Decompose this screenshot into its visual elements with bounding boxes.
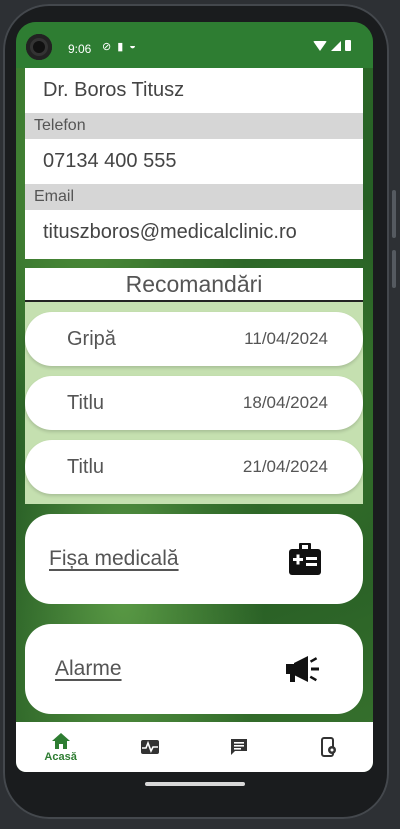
recommendations-title: Recomandări <box>25 268 363 302</box>
megaphone-icon <box>283 649 323 689</box>
status-system-icons <box>313 40 351 51</box>
phone-frame: 9:06 ⊘ ▮ ◒ Dr. Boros Titusz Telefon 0713… <box>0 0 400 829</box>
alarms-label: Alarme <box>55 657 122 680</box>
recommendation-title: Gripă <box>67 327 116 350</box>
status-time: 9:06 <box>68 42 92 56</box>
screen: 9:06 ⊘ ▮ ◒ Dr. Boros Titusz Telefon 0713… <box>16 22 373 772</box>
front-camera <box>26 34 52 60</box>
battery-icon <box>345 40 351 51</box>
power-button <box>392 250 396 288</box>
wifi-icon <box>313 40 327 51</box>
status-notification-icons: ⊘ ▮ ◒ <box>102 40 136 53</box>
recommendation-date: 21/04/2024 <box>242 457 328 476</box>
shield-icon: ⊘ <box>102 41 112 53</box>
nav-home-label: Acasă <box>44 750 77 763</box>
nav-health[interactable] <box>105 722 194 772</box>
phone-label: Telefon <box>25 113 363 139</box>
medical-id-icon <box>285 539 325 579</box>
phone-value[interactable]: 07134 400 555 <box>25 139 363 184</box>
recommendation-date: 11/04/2024 <box>244 329 328 348</box>
nav-messages[interactable] <box>195 722 284 772</box>
sync-icon: ◒ <box>129 40 136 52</box>
bottom-navigation: Acasă <box>16 722 373 772</box>
volume-button <box>392 190 396 238</box>
recommendation-item[interactable]: Gripă 11/04/2024 <box>25 312 363 366</box>
signal-icon <box>331 40 341 51</box>
doctor-name: Dr. Boros Titusz <box>43 79 185 101</box>
recommendation-item[interactable]: Titlu 21/04/2024 <box>25 440 363 494</box>
doctor-contact-card: Dr. Boros Titusz Telefon 07134 400 555 E… <box>25 68 363 259</box>
phone-settings-icon <box>321 737 337 757</box>
recommendation-item[interactable]: Titlu 18/04/2024 <box>25 376 363 430</box>
home-icon <box>51 732 70 749</box>
sd-card-icon: ▮ <box>117 41 124 53</box>
main-content[interactable]: Dr. Boros Titusz Telefon 07134 400 555 E… <box>16 68 373 722</box>
recommendation-title: Titlu <box>67 455 105 478</box>
home-indicator <box>145 782 245 786</box>
medical-record-button[interactable]: Fișa medicală <box>25 514 363 604</box>
recommendations-panel: Recomandări Gripă 11/04/2024 Titlu 18/04… <box>25 268 363 504</box>
chat-icon <box>231 739 248 755</box>
medical-record-label: Fișa medicală <box>49 547 179 570</box>
alarms-button[interactable]: Alarme <box>25 624 363 714</box>
recommendation-date: 18/04/2024 <box>242 393 328 412</box>
nav-home[interactable]: Acasă <box>16 722 105 772</box>
status-bar: 9:06 ⊘ ▮ ◒ <box>16 22 373 68</box>
email-label: Email <box>25 184 363 210</box>
nav-device-settings[interactable] <box>284 722 373 772</box>
heart-rate-icon <box>140 740 159 754</box>
recommendation-title: Titlu <box>67 391 105 414</box>
email-value[interactable]: tituszboros@medicalclinic.ro <box>25 210 363 255</box>
